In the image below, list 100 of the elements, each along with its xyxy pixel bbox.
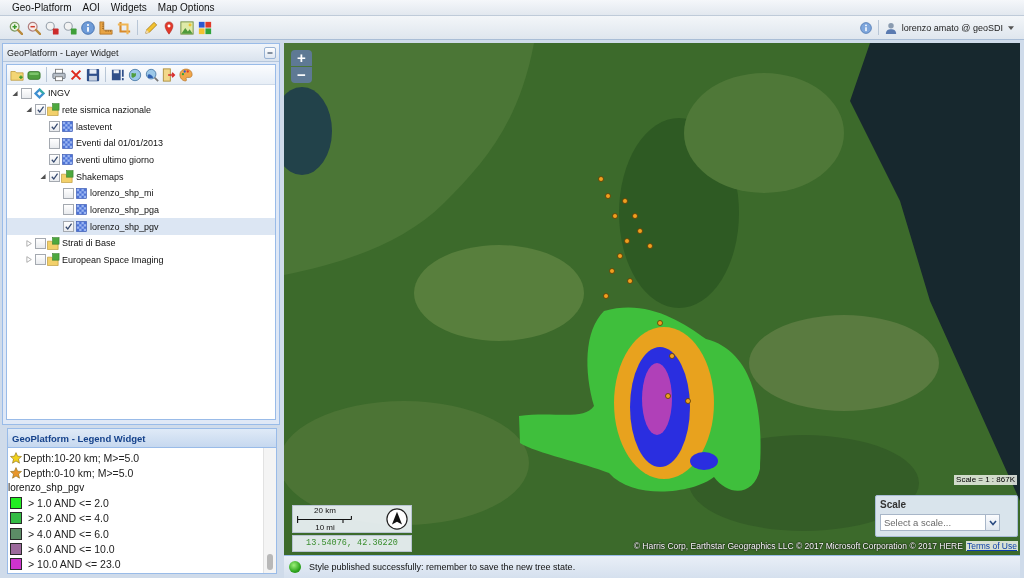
legend-label: > 4.0 AND <= 6.0 [28, 527, 109, 540]
checkbox[interactable] [35, 237, 46, 249]
menu-item[interactable]: Map Options [152, 0, 220, 15]
checkered-square-icon [62, 121, 73, 133]
checkbox[interactable] [63, 221, 74, 233]
layer-name: lorenzo_shp_pga [90, 204, 160, 215]
legend-label: > 2.0 AND <= 4.0 [28, 512, 109, 525]
map-pin-icon[interactable] [162, 20, 176, 35]
zoom-in-button[interactable]: + [291, 50, 312, 66]
checkbox[interactable] [21, 87, 32, 99]
checkered-square-icon [76, 204, 87, 216]
scrollbar[interactable] [263, 448, 276, 573]
user-menu-button[interactable]: lorenzo amato @ geoSDI [901, 19, 1014, 36]
collapse-button[interactable] [264, 46, 276, 59]
magnifier-square-icon[interactable] [63, 20, 77, 35]
layer-name: rete sismica nazionale [62, 105, 152, 115]
layer-name: INGV [48, 88, 70, 99]
tree-row[interactable]: lastevent [7, 118, 275, 135]
checkbox[interactable] [49, 171, 60, 183]
checkbox[interactable] [35, 254, 46, 266]
checkbox[interactable] [63, 187, 74, 199]
menu-item[interactable]: AOI [77, 0, 105, 15]
tree-row[interactable]: European Space Imaging [7, 251, 275, 269]
user-icon [884, 21, 897, 34]
dropdown-button[interactable] [985, 514, 1000, 531]
layer-name: Shakemaps [76, 171, 124, 182]
panel-title: GeoPlatform - Layer Widget [7, 47, 119, 58]
caret-icon [1008, 25, 1014, 30]
tree-row[interactable]: Strati di Base [7, 234, 275, 252]
info-icon[interactable] [81, 20, 95, 35]
status-message: Style published successfully: remember to save the new tree state. [309, 562, 576, 572]
tree-row[interactable]: lorenzo_shp_pgv [7, 218, 275, 235]
menu-item[interactable]: Widgets [105, 0, 152, 15]
scale-bar-line [297, 514, 353, 524]
checkered-square-icon [62, 154, 73, 166]
coordinates-display: 13.54076, 42.36220 [292, 535, 412, 552]
terms-link[interactable]: Terms of Use [965, 541, 1018, 551]
ruler-icon[interactable] [99, 20, 113, 35]
checkbox[interactable] [63, 204, 74, 216]
folder-icon [47, 253, 60, 267]
checkered-square-icon [76, 187, 87, 199]
cross-icon[interactable] [69, 67, 83, 82]
crop-icon[interactable] [117, 20, 131, 35]
legend-label: Depth:0-10 km; M>=5.0 [23, 466, 134, 479]
menu-item[interactable]: Geo-Platform [7, 0, 77, 15]
attribution-text: © Harris Corp, Earthstar Geographics LLC © 2017 Microsoft Corporation © 2017 HERE [633, 541, 963, 551]
layer-name: lorenzo_shp_mi [90, 188, 154, 199]
info-icon[interactable] [859, 21, 872, 34]
checkbox[interactable] [49, 137, 60, 149]
layer-name: European Space Imaging [62, 254, 164, 265]
layer-name: lastevent [76, 121, 113, 132]
tree-row[interactable]: rete sismica nazionale [7, 101, 275, 119]
caret-icon[interactable] [40, 173, 46, 181]
checkbox[interactable] [49, 154, 60, 166]
printer-icon[interactable] [52, 67, 66, 82]
legend-layer-title: lorenzo_shp_pgv [8, 482, 85, 494]
save-icon[interactable] [86, 67, 100, 82]
scale-label: 20 km [314, 506, 336, 515]
pencil-icon[interactable] [144, 20, 158, 35]
folder-icon [47, 236, 60, 250]
scale-ratio-text: Scale = 1 : 867K [954, 475, 1017, 485]
legend-label: > 10.0 AND <= 23.0 [28, 557, 121, 570]
layer-name: eventi ultimo giorno [76, 154, 155, 165]
folder-icon [61, 170, 74, 184]
tree-row[interactable]: Eventi dal 01/01/2013 [7, 134, 275, 152]
tree-row[interactable]: eventi ultimo giorno [7, 151, 275, 169]
legend-label: > 1.0 AND <= 2.0 [28, 497, 109, 510]
zoom-out-button[interactable]: − [291, 67, 312, 83]
checkbox[interactable] [49, 121, 60, 133]
globe-search-icon[interactable] [145, 67, 159, 82]
checkered-square-icon [76, 221, 87, 233]
tree-row[interactable]: lorenzo_shp_mi [7, 184, 275, 202]
export-icon[interactable] [162, 67, 176, 82]
image-icon[interactable] [180, 20, 194, 35]
tree-row[interactable]: lorenzo_shp_pga [7, 201, 275, 219]
diamond-icon [33, 86, 46, 100]
magnifier-plus-icon[interactable] [9, 20, 23, 35]
folder-icon [47, 103, 60, 117]
scale-select[interactable]: Select a scale... [880, 514, 985, 531]
checkered-square-icon [62, 137, 73, 149]
save-alert-icon[interactable] [111, 67, 125, 82]
caret-icon[interactable] [26, 106, 32, 114]
panel-title: GeoPlatform - Legend Widget [12, 432, 146, 444]
scale-title: Scale [880, 499, 908, 511]
layer-name: lorenzo_shp_pgv [90, 221, 159, 232]
legend-label: > 6.0 AND <= 10.0 [28, 542, 115, 555]
layer-name: Strati di Base [62, 238, 116, 249]
blocks-icon[interactable] [198, 20, 212, 35]
scale-label: 10 mi [315, 523, 335, 532]
status-dot-icon [289, 561, 301, 573]
magnifier-square-icon[interactable] [45, 20, 59, 35]
checkbox[interactable] [35, 104, 46, 116]
caret-icon[interactable] [12, 89, 18, 97]
layer-name: Eventi dal 01/01/2013 [76, 138, 164, 149]
tree-row[interactable]: INGV [7, 85, 275, 102]
globe-icon[interactable] [128, 67, 142, 82]
magnifier-minus-icon[interactable] [27, 20, 41, 35]
tree-row[interactable]: Shakemaps [7, 168, 275, 185]
palette-icon[interactable] [179, 67, 193, 82]
legend-label: Depth:10-20 km; M>=5.0 [23, 451, 140, 464]
